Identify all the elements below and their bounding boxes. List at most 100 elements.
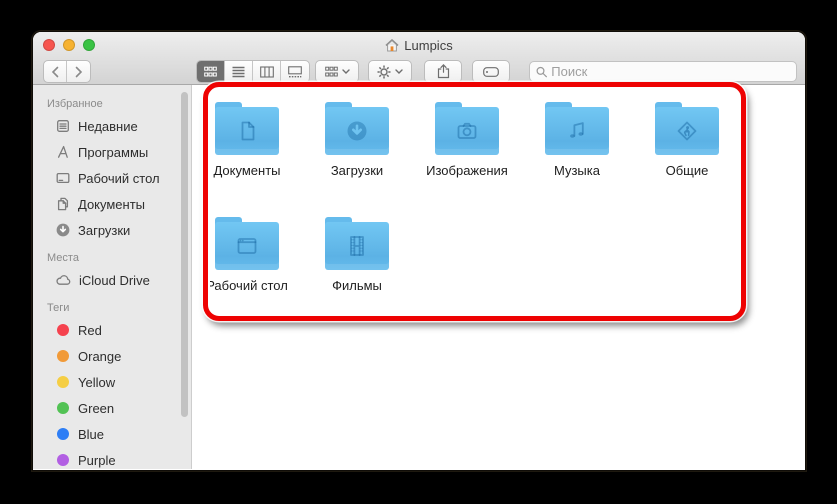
sidebar-item-label: Загрузки xyxy=(78,223,130,238)
folder-label: Изображения xyxy=(415,163,519,178)
sidebar-item-tag-blue[interactable]: Blue xyxy=(33,421,191,447)
sidebar-scrollbar[interactable] xyxy=(181,92,188,417)
folder-pictures[interactable]: Изображения xyxy=(415,102,519,178)
folder-public[interactable]: Общие xyxy=(635,102,739,178)
chevron-down-icon xyxy=(342,69,350,74)
view-list-button[interactable] xyxy=(225,61,253,82)
icloud-icon xyxy=(55,272,72,288)
search-icon xyxy=(536,66,547,78)
tag-dot-red-icon xyxy=(57,324,69,336)
window-title: Lumpics xyxy=(404,38,452,53)
home-icon xyxy=(385,39,399,52)
document-icon xyxy=(55,196,71,212)
view-icons-button[interactable] xyxy=(197,61,225,82)
grid-view-icon xyxy=(204,66,217,78)
folder-icon xyxy=(215,102,279,155)
sidebar-item-recents[interactable]: Недавние xyxy=(33,113,191,139)
group-grid-icon xyxy=(325,66,338,78)
toolbar xyxy=(33,58,805,85)
folder-icon xyxy=(655,102,719,155)
sidebar: Избранное Недавние Программы xyxy=(33,85,192,469)
sidebar-item-icloud-drive[interactable]: iCloud Drive xyxy=(33,267,191,293)
sidebar-item-tag-green[interactable]: Green xyxy=(33,395,191,421)
applications-icon xyxy=(55,144,71,160)
list-view-icon xyxy=(232,66,245,78)
sidebar-item-label: Purple xyxy=(78,453,116,468)
sidebar-item-label: Yellow xyxy=(78,375,115,390)
music-glyph-icon xyxy=(561,115,593,147)
sidebar-section-places: Места xyxy=(33,249,191,267)
folder-documents[interactable]: Документы xyxy=(195,102,299,178)
tag-dot-yellow-icon xyxy=(57,376,69,388)
sidebar-item-label: Документы xyxy=(78,197,145,212)
gear-icon xyxy=(377,65,391,79)
window-body: Избранное Недавние Программы xyxy=(33,85,805,469)
sidebar-item-applications[interactable]: Программы xyxy=(33,139,191,165)
desktop-glyph-icon xyxy=(230,230,264,262)
folder-music[interactable]: Музыка xyxy=(525,102,629,178)
folder-label: Музыка xyxy=(525,163,629,178)
tag-button[interactable] xyxy=(472,60,510,83)
tag-dot-blue-icon xyxy=(57,428,69,440)
gallery-view-icon xyxy=(288,66,302,78)
finder-window: Lumpics xyxy=(33,32,805,470)
downloads-icon xyxy=(55,222,71,238)
close-button[interactable] xyxy=(43,39,55,51)
sidebar-section-tags: Теги xyxy=(33,299,191,317)
folder-label: Фильмы xyxy=(305,278,409,293)
content-area: Документы Загрузки xyxy=(192,85,805,469)
desktop-icon xyxy=(55,170,71,186)
folder-label: Общие xyxy=(635,163,739,178)
sidebar-item-documents[interactable]: Документы xyxy=(33,191,191,217)
folder-desktop[interactable]: Рабочий стол xyxy=(195,217,299,293)
back-button[interactable] xyxy=(44,61,67,82)
folder-icon xyxy=(215,217,279,270)
sidebar-item-label: Orange xyxy=(78,349,121,364)
zoom-button[interactable] xyxy=(83,39,95,51)
columns-view-icon xyxy=(260,66,274,78)
folder-movies[interactable]: Фильмы xyxy=(305,217,409,293)
folder-icon xyxy=(325,217,389,270)
folder-icon xyxy=(435,102,499,155)
sidebar-section-favorites: Избранное xyxy=(33,95,191,113)
sidebar-item-label: Red xyxy=(78,323,102,338)
public-glyph-icon xyxy=(671,115,703,147)
action-button[interactable] xyxy=(368,60,412,83)
chevron-down-icon xyxy=(395,69,403,74)
sidebar-item-label: Blue xyxy=(78,427,104,442)
sidebar-item-tag-red[interactable]: Red xyxy=(33,317,191,343)
camera-glyph-icon xyxy=(450,115,484,147)
sidebar-item-desktop[interactable]: Рабочий стол xyxy=(33,165,191,191)
tag-dot-purple-icon xyxy=(57,454,69,466)
document-glyph-icon xyxy=(231,115,263,147)
folder-icon xyxy=(325,102,389,155)
folder-downloads[interactable]: Загрузки xyxy=(305,102,409,178)
share-icon xyxy=(437,64,450,79)
folder-icon xyxy=(545,102,609,155)
sidebar-item-label: Рабочий стол xyxy=(78,171,160,186)
folder-label: Загрузки xyxy=(305,163,409,178)
folder-label: Рабочий стол xyxy=(195,278,299,293)
search-field[interactable] xyxy=(529,61,797,82)
tag-dot-green-icon xyxy=(57,402,69,414)
titlebar[interactable]: Lumpics xyxy=(33,32,805,58)
download-glyph-icon xyxy=(341,115,373,147)
recents-icon xyxy=(55,118,71,134)
sidebar-item-tag-yellow[interactable]: Yellow xyxy=(33,369,191,395)
window-title-group: Lumpics xyxy=(385,38,452,53)
sidebar-item-label: Недавние xyxy=(78,119,138,134)
sidebar-item-downloads[interactable]: Загрузки xyxy=(33,217,191,243)
window-chrome: Lumpics xyxy=(33,32,805,85)
forward-button[interactable] xyxy=(67,61,90,82)
group-by-button[interactable] xyxy=(315,60,359,83)
view-gallery-button[interactable] xyxy=(281,61,309,82)
view-columns-button[interactable] xyxy=(253,61,281,82)
tag-icon xyxy=(483,67,499,77)
traffic-lights xyxy=(43,39,95,51)
sidebar-item-tag-purple[interactable]: Purple xyxy=(33,447,191,469)
minimize-button[interactable] xyxy=(63,39,75,51)
sidebar-item-tag-orange[interactable]: Orange xyxy=(33,343,191,369)
share-button[interactable] xyxy=(424,60,462,83)
search-input[interactable] xyxy=(551,64,790,79)
view-mode-control xyxy=(196,60,310,83)
